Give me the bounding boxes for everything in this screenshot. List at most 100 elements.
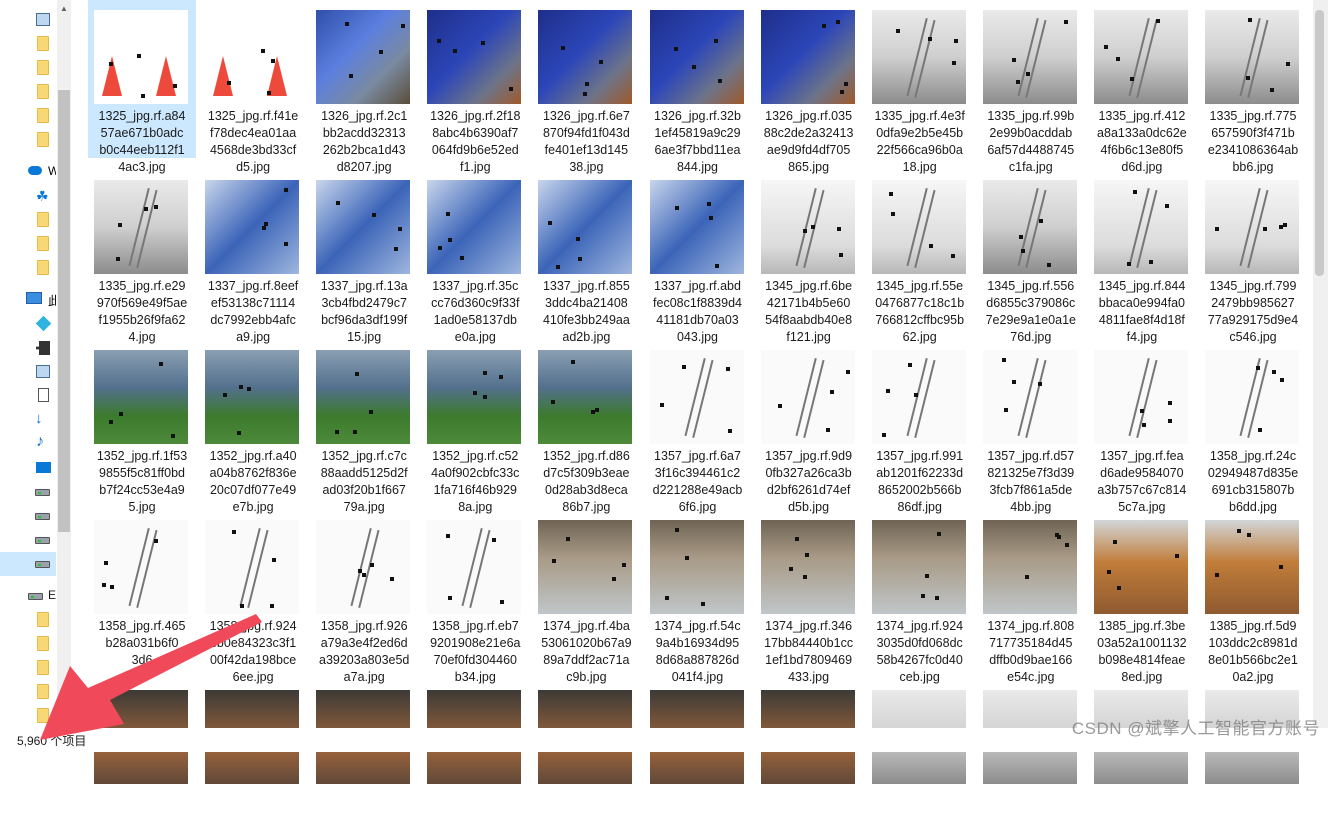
file-item[interactable]: 1358_jpg.rf.926 a79a3e4f2ed6d a39203a803… [310,500,418,684]
nav-item-folder[interactable] [0,80,56,104]
nav-item-folder[interactable] [0,680,56,704]
music-note-icon: ♪ [36,433,44,450]
file-item[interactable]: 1345_jpg.rf.556 d6855c379086c 7e29e9a1e0… [977,160,1085,344]
nav-item-folder[interactable] [0,656,56,680]
nav-item-pictures[interactable] [0,360,56,384]
file-item[interactable]: 1326_jpg.rf.2f18 8abc4b6390af7 064fd9b6e… [421,0,529,174]
file-item[interactable]: 1357_jpg.rf.fea d6ade9584070 a3b757c67c8… [1088,330,1196,514]
nav-item-pictures[interactable] [0,8,56,32]
file-item[interactable]: 1345_jpg.rf.55e 0476877c18c1b 766812cffb… [866,160,974,344]
file-item[interactable] [199,670,307,838]
file-thumbnail [649,350,744,444]
file-item[interactable]: 1335_jpg.rf.775 657590f3f471b e234108636… [1199,0,1307,174]
nav-item-downloads[interactable]: ↓ [0,408,56,432]
file-item[interactable]: 1335_jpg.rf.4e3f 0dfa9e2b5e45b 22f566ca9… [866,0,974,174]
nav-item-3d-objects[interactable] [0,312,56,336]
file-item[interactable] [755,670,863,838]
file-item[interactable]: 1358_jpg.rf.eb7 9201908e21e6a 70ef0fd304… [421,500,529,684]
file-item[interactable]: 1337_jpg.rf.35c cc76d360c9f33f 1ad0e5813… [421,160,529,344]
nav-item-folder[interactable] [0,256,56,280]
nav-item-videos[interactable] [0,336,56,360]
file-item[interactable]: 1326_jpg.rf.32b 1ef45819a9c29 6ae3f7bbd1… [644,0,752,174]
nav-item-folder[interactable] [0,608,56,632]
file-item[interactable]: 1345_jpg.rf.799 2479bb985627 77a929175d9… [1199,160,1307,344]
file-item[interactable] [1088,670,1196,838]
file-item[interactable] [977,670,1085,838]
file-item[interactable]: 1352_jpg.rf.c7c 88aadd5125d2f ad03f20b1f… [310,330,418,514]
file-item[interactable]: 1326_jpg.rf.2c1 bb2acdd32313 262b2bca1d4… [310,0,418,174]
file-item[interactable]: 1374_jpg.rf.346 17bb84440b1cc 1ef1bd7809… [755,500,863,684]
file-item[interactable]: 1352_jpg.rf.d86 d7c5f309b3eae 0d28ab3d8e… [532,330,640,514]
file-item[interactable]: 1337_jpg.rf.855 3ddc4ba21408 410fe3bb249… [532,160,640,344]
file-item[interactable]: 1374_jpg.rf.4ba 53061020b67a9 89a7ddf2ac… [532,500,640,684]
file-item[interactable]: 1345_jpg.rf.6be 42171b4b5e60 54f8aabdb40… [755,160,863,344]
content-scrollbar[interactable] [1313,0,1328,728]
nav-item-drive[interactable] [0,528,56,552]
file-item[interactable]: 1352_jpg.rf.a40 a04b8762f836e 20c07df077… [199,330,307,514]
download-arrow-icon: ↓ [35,410,43,427]
file-item[interactable]: 1374_jpg.rf.54c 9a4b16934d95 8d68a887826… [644,500,752,684]
file-item[interactable]: 1325_jpg.rf.f41e f78dec4ea01aa 4568de3bd… [199,0,307,174]
nav-item-folder[interactable] [0,104,56,128]
file-thumbnail [205,180,300,274]
file-item[interactable] [88,670,196,838]
file-item[interactable]: 1357_jpg.rf.991 ab1201f62233d 8652002b56… [866,330,974,514]
file-item[interactable]: 1325_jpg.rf.a84 57ae671b0adc b0c44eeb112… [88,0,196,174]
file-item[interactable] [1199,670,1307,838]
file-item[interactable]: 1335_jpg.rf.e29 970f569e49f5ae f1955b26f… [88,160,196,344]
file-item[interactable] [866,670,974,838]
file-item[interactable]: 1374_jpg.rf.808 717735184d45 dffb0d9bae1… [977,500,1085,684]
nav-item-folder[interactable] [0,632,56,656]
file-item[interactable]: 1385_jpg.rf.5d9 103ddc2c8981d 8e01b566bc… [1199,500,1307,684]
file-item[interactable] [644,670,752,838]
file-item[interactable]: 1326_jpg.rf.035 88c2de2a32413 ae9d9fd4df… [755,0,863,174]
file-thumbnail [982,350,1077,444]
file-item[interactable] [421,670,529,838]
file-item[interactable]: 1374_jpg.rf.924 3035d0fd068dc 58b4267fc0… [866,500,974,684]
nav-item-documents[interactable] [0,384,56,408]
nav-item-folder[interactable] [0,128,56,152]
nav-item-drive-selected[interactable] [0,552,56,576]
nav-item-drive[interactable] [0,480,56,504]
file-item[interactable]: 1358_jpg.rf.24c 02949487d835e 691cb31580… [1199,330,1307,514]
file-item[interactable]: 1337_jpg.rf.abd fec08c1f8839d4 41181db70… [644,160,752,344]
nav-item-music[interactable]: ♪ [0,432,56,456]
folder-icon [37,108,49,123]
document-icon [38,388,49,402]
file-item[interactable]: 1357_jpg.rf.6a7 3f16c394461c2 d221288e49… [644,330,752,514]
file-item[interactable]: 1337_jpg.rf.8eef ef53138c71114 dc7992ebb… [199,160,307,344]
nav-item-folder[interactable] [0,232,56,256]
content-scrollbar-thumb[interactable] [1315,10,1324,276]
file-item[interactable]: 1335_jpg.rf.99b 2e99b0acddab 6af57d44887… [977,0,1085,174]
navigation-pane: W ☘ 此 ↓ ♪ E [0,0,56,728]
file-item[interactable]: 1357_jpg.rf.9d9 0fb327a26ca3b d2bf6261d7… [755,330,863,514]
nav-scrollbar[interactable]: ▲ ▼ [57,0,71,728]
nav-item-drive-e[interactable]: E [0,584,56,608]
drive-icon [35,537,50,544]
scroll-down-icon[interactable]: ▼ [57,712,71,721]
nav-item-drive[interactable] [0,504,56,528]
nav-item-desktop[interactable] [0,456,56,480]
nav-item-this-pc[interactable]: 此 [0,288,56,312]
file-item[interactable]: 1335_jpg.rf.412 a8a133a0dc62e 4f6b6c13e8… [1088,0,1196,174]
file-item[interactable] [310,670,418,838]
nav-item-onedrive[interactable]: W [0,160,56,184]
file-item[interactable]: 1352_jpg.rf.1f53 9855f5c81ff0bd b7f24cc5… [88,330,196,514]
file-item[interactable]: 1326_jpg.rf.6e7 870f94fd1f043d fe401ef13… [532,0,640,174]
file-item[interactable]: 1337_jpg.rf.13a 3cb4fbd2479c7 bcf96da3df… [310,160,418,344]
nav-scrollbar-thumb[interactable] [58,90,70,532]
nav-item-folder[interactable] [0,56,56,80]
nav-item-folder[interactable] [0,704,56,728]
nav-item-folder[interactable] [0,32,56,56]
file-item[interactable]: 1345_jpg.rf.844 bbaca0e994fa0 4811fae8f4… [1088,160,1196,344]
file-item[interactable]: 1358_jpg.rf.924 eb0e84323c3f1 00f42da198… [199,500,307,684]
nav-item-folder[interactable] [0,208,56,232]
nav-item-share[interactable]: ☘ [0,184,56,208]
file-item[interactable] [532,670,640,838]
scroll-up-icon[interactable]: ▲ [57,4,71,13]
file-item[interactable]: 1358_jpg.rf.465 b28a031b6f0 3d6 ... [88,500,196,684]
file-item[interactable]: 1357_jpg.rf.d57 821325e7f3d39 3fcb7f861a… [977,330,1085,514]
file-item[interactable]: 1385_jpg.rf.3be 03a52a1001132 b098e4814f… [1088,500,1196,684]
file-thumbnail [538,520,633,614]
file-item[interactable]: 1352_jpg.rf.c52 4a0f902cbfc33c 1fa716f46… [421,330,529,514]
